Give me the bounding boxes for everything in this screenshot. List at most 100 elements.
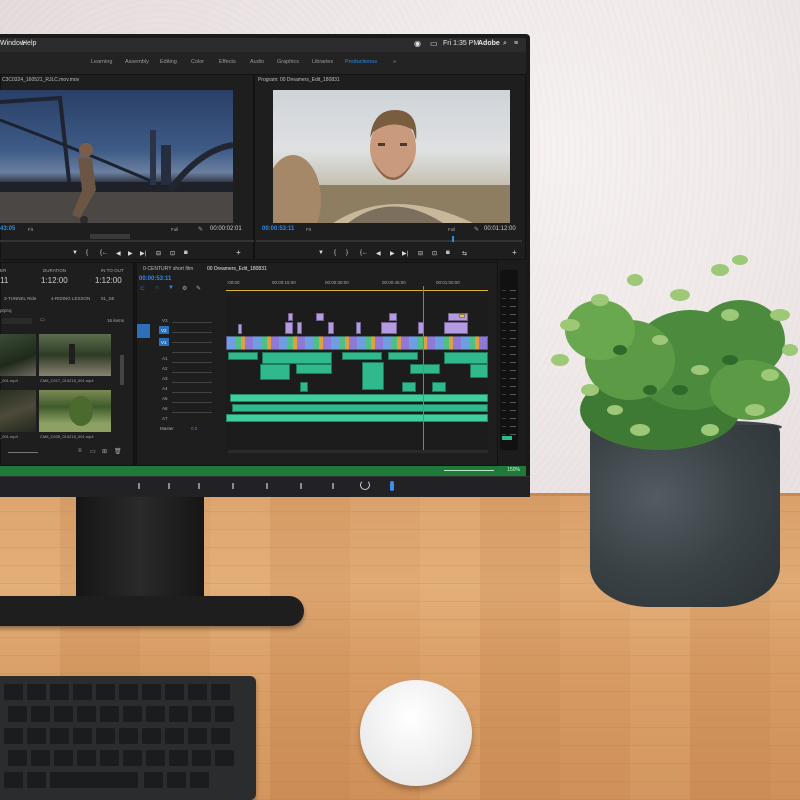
track-label-a7[interactable]: A7 <box>162 416 168 421</box>
source-patch-v1[interactable] <box>137 324 150 338</box>
clip-name-2[interactable]: CM8_C017_010215_001.mp4 <box>40 378 94 383</box>
program-marker-icon[interactable]: ▼ <box>318 250 324 256</box>
program-quality-select[interactable]: Full <box>448 227 455 232</box>
menu-list-icon[interactable]: ≡ <box>514 40 518 47</box>
clip-thumbnail-3[interactable] <box>0 390 36 432</box>
track-label-a1[interactable]: A1 <box>162 356 168 361</box>
add-marker-icon[interactable]: ▼ <box>168 285 174 291</box>
track-label-v1[interactable]: V1 <box>161 340 167 345</box>
clip-v2[interactable] <box>297 322 302 334</box>
clip-a3[interactable] <box>300 382 308 392</box>
project-scrollbar[interactable] <box>120 355 124 385</box>
program-mark-in-icon[interactable]: { <box>334 250 336 256</box>
bezel-button[interactable] <box>168 483 170 489</box>
track-label-a6[interactable]: A6 <box>162 406 168 411</box>
source-monitor-title[interactable]: C3C0324_160521_RJLC.mov.mov <box>2 77 79 83</box>
source-timecode[interactable]: 43:05 <box>0 226 15 232</box>
source-insert-icon[interactable]: ⊟ <box>156 250 161 257</box>
clip-a1[interactable] <box>262 352 332 364</box>
battery-icon[interactable]: ▭ <box>430 39 438 48</box>
bin-tab-tunnel-ride[interactable]: 3-TUNNEL Ride <box>4 296 36 301</box>
clip-a1[interactable] <box>388 352 418 360</box>
source-export-frame-icon[interactable]: ◙ <box>184 250 188 256</box>
source-step-forward-icon[interactable]: ▶| <box>140 250 146 257</box>
project-new-bin-icon[interactable]: ▭ <box>90 448 96 455</box>
clip-a2[interactable] <box>470 364 488 378</box>
tab-productions[interactable]: Productions <box>345 59 374 65</box>
project-delete-icon[interactable]: 🗑 <box>114 448 122 455</box>
track-label-v2[interactable]: V2 <box>161 328 167 333</box>
project-zoom-slider[interactable] <box>8 452 38 453</box>
bin-tab-riding-lesson[interactable]: 4-RIDING LESSON <box>51 296 90 301</box>
project-bin-icon[interactable]: ▭ <box>40 317 45 323</box>
source-overwrite-icon[interactable]: ⊡ <box>170 250 175 257</box>
clip-name-1[interactable]: _001.mp4 <box>0 378 18 383</box>
program-go-in-icon[interactable]: {← <box>360 250 368 256</box>
source-mark-out-icon[interactable]: { <box>86 250 88 256</box>
clip-a2[interactable] <box>410 364 440 374</box>
sequence-tab-century[interactable]: 0-CENTURY short film <box>143 266 193 272</box>
source-play-icon[interactable]: ▶ <box>128 250 133 257</box>
clip-v2[interactable] <box>381 322 397 334</box>
zoom-slider[interactable] <box>444 470 494 471</box>
bezel-button[interactable] <box>300 483 302 489</box>
program-monitor-title[interactable]: Program: 00 Dreamers_Edit_180831 <box>258 77 340 83</box>
clip-title[interactable] <box>459 314 465 318</box>
clip-thumbnail-2[interactable] <box>39 334 111 376</box>
clip-a7[interactable] <box>226 414 488 422</box>
tab-color[interactable]: Color <box>191 59 204 65</box>
clip-name-3[interactable]: _001.mp4 <box>0 434 18 439</box>
tab-learning[interactable]: Learning <box>91 59 112 65</box>
tab-productions-menu-icon[interactable]: ≡ <box>374 59 377 65</box>
tab-libraries[interactable]: Libraries <box>312 59 333 65</box>
program-mark-out-icon[interactable]: } <box>346 250 348 256</box>
bezel-button[interactable] <box>198 483 200 489</box>
clip-v2[interactable] <box>444 322 468 334</box>
track-label-a3[interactable]: A3 <box>162 376 168 381</box>
sequence-tab-dreamers[interactable]: 00 Dreamers_Edit_180831 <box>207 266 267 272</box>
clip-v3[interactable] <box>288 313 293 321</box>
clip-v3[interactable] <box>389 313 397 321</box>
track-controls[interactable] <box>172 316 222 424</box>
program-scrubber[interactable] <box>256 240 522 242</box>
wrench-icon[interactable]: ✎ <box>196 285 201 292</box>
project-search-input[interactable] <box>2 318 32 324</box>
source-add-button-icon[interactable]: + <box>236 248 241 257</box>
clip-a2[interactable] <box>296 364 332 374</box>
tab-graphics[interactable]: Graphics <box>277 59 299 65</box>
program-playhead-marker[interactable] <box>452 236 454 242</box>
tab-audio[interactable]: Audio <box>250 59 264 65</box>
clip-a6[interactable] <box>232 404 488 412</box>
tab-assembly[interactable]: Assembly <box>125 59 149 65</box>
menu-help[interactable]: Help <box>22 40 36 47</box>
source-go-in-icon[interactable]: {← <box>100 250 108 256</box>
bezel-button[interactable] <box>138 483 140 489</box>
clip-v2[interactable] <box>238 324 242 334</box>
program-settings-icon[interactable]: ✎ <box>474 226 479 233</box>
program-export-frame-icon[interactable]: ◙ <box>446 250 450 256</box>
bezel-button[interactable] <box>266 483 268 489</box>
bezel-button[interactable] <box>332 483 334 489</box>
timeline-settings-icon[interactable]: ⚙ <box>182 285 187 292</box>
program-timecode[interactable]: 00:00:53:11 <box>262 226 294 232</box>
clip-a1[interactable] <box>342 352 382 360</box>
clip-a2[interactable] <box>362 362 384 390</box>
bin-tab-01-se[interactable]: 01_SE <box>101 296 115 301</box>
clip-v2[interactable] <box>285 322 293 334</box>
program-lift-icon[interactable]: ⊟ <box>418 250 423 257</box>
menubar-clock[interactable]: Fri 1:35 PM <box>443 40 479 47</box>
zoom-level[interactable]: 150% <box>507 467 520 473</box>
timeline-horizontal-scrollbar[interactable] <box>228 450 488 453</box>
track-label-a5[interactable]: A5 <box>162 396 168 401</box>
menubar-brand[interactable]: Adobe <box>478 40 500 47</box>
source-step-back-icon[interactable]: ◀ <box>116 250 121 257</box>
clip-thumbnail-1[interactable] <box>0 334 36 376</box>
clip-v3[interactable] <box>448 313 468 321</box>
source-quality-select[interactable]: Full <box>171 227 178 232</box>
timeline-timecode[interactable]: 00:00:53:11 <box>139 276 171 282</box>
search-icon[interactable]: ⌕ <box>503 40 507 48</box>
source-settings-icon[interactable]: ✎ <box>198 226 203 233</box>
program-add-button-icon[interactable]: + <box>512 248 517 257</box>
clip-a3[interactable] <box>432 382 446 392</box>
clip-name-4[interactable]: CM8_C035_010215_001.mp4 <box>40 434 94 439</box>
